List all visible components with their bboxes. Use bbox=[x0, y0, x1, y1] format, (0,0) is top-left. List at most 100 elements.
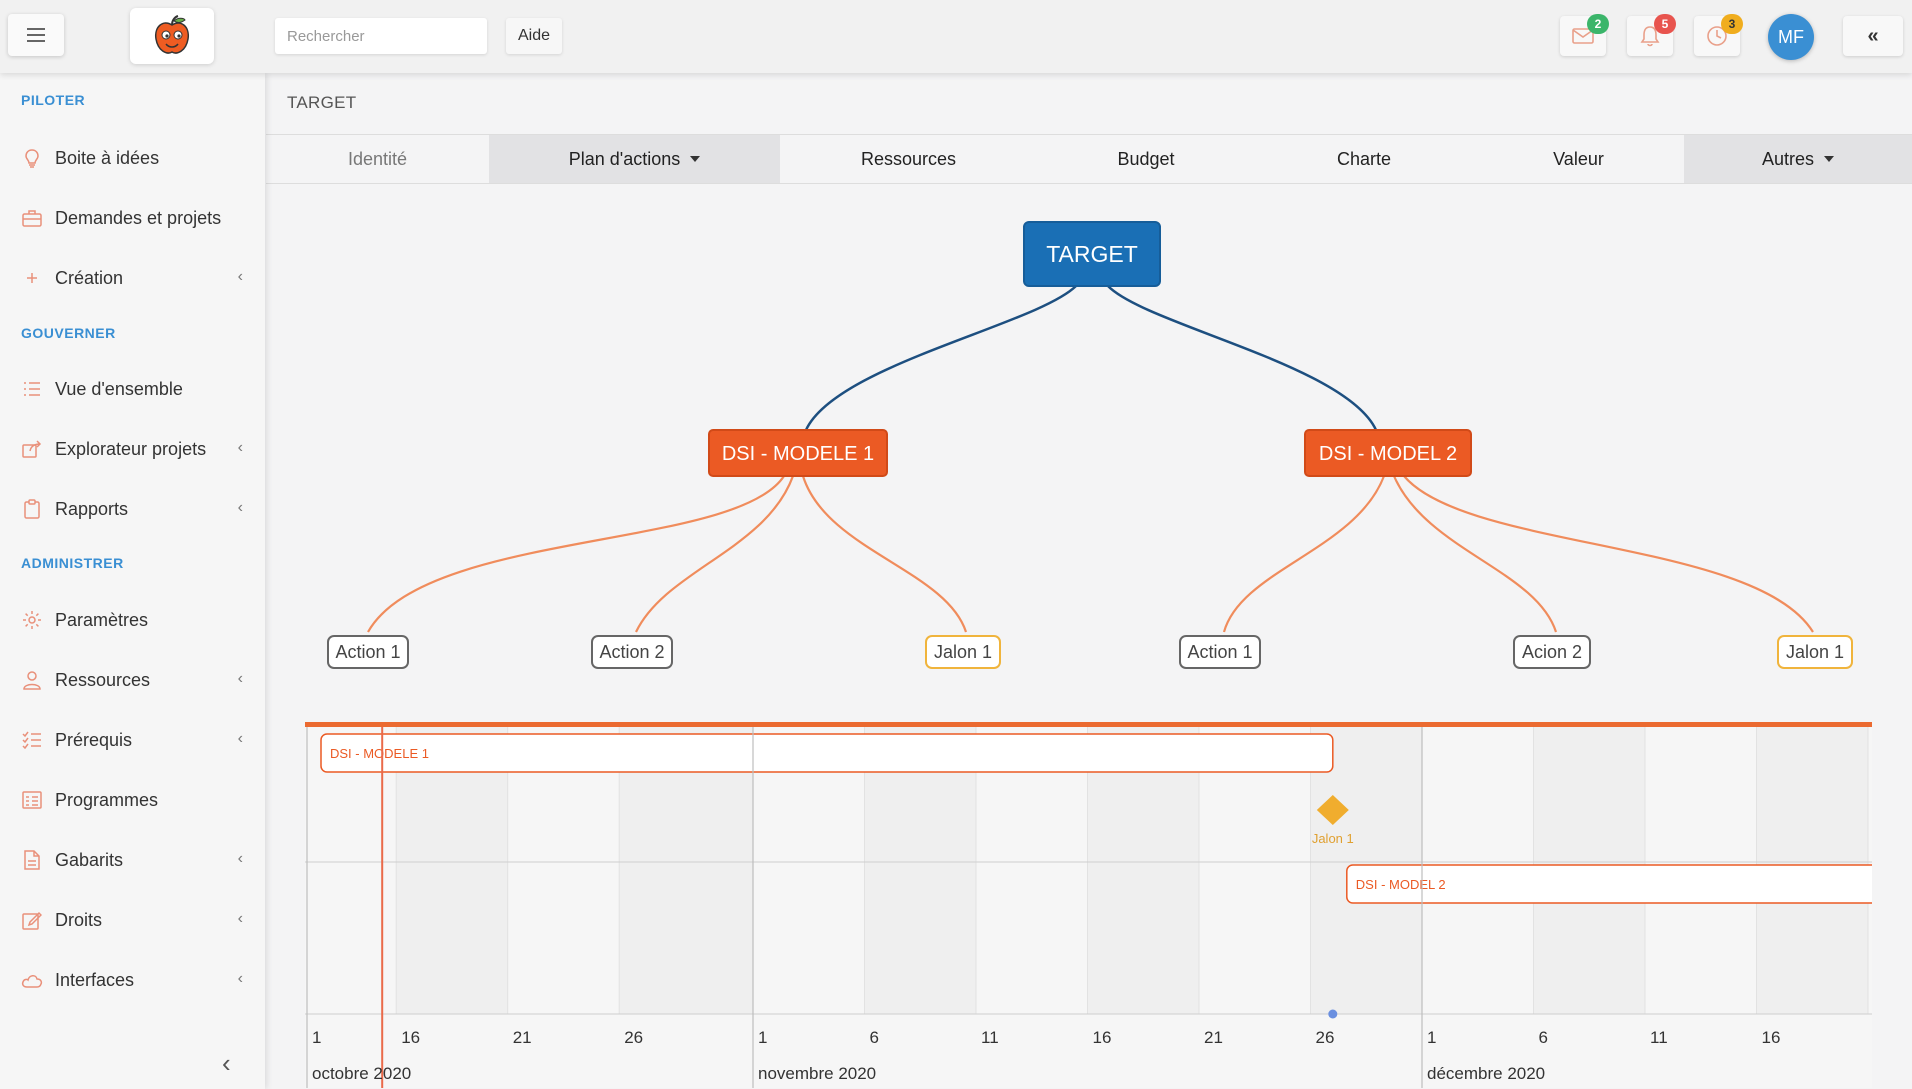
reminders-count-badge: 3 bbox=[1721, 14, 1743, 34]
tree-node-label: Action 1 bbox=[1187, 642, 1252, 662]
apple-logo-icon bbox=[154, 15, 190, 54]
share-icon bbox=[21, 438, 43, 460]
tree-node-label: Action 2 bbox=[599, 642, 664, 662]
sidebar-item-gabarits[interactable]: Gabarits ‹ bbox=[0, 838, 265, 882]
sidebar-item-demandes-et-projets[interactable]: Demandes et projets bbox=[0, 196, 265, 240]
sidebar-item-prerequis[interactable]: Prérequis ‹ bbox=[0, 718, 265, 762]
sidebar-item-creation[interactable]: Création ‹ bbox=[0, 256, 265, 300]
sidebar-item-ressources[interactable]: Ressources ‹ bbox=[0, 658, 265, 702]
menu-toggle-button[interactable] bbox=[8, 14, 64, 56]
sidebar-item-vue-d-ensemble[interactable]: Vue d'ensemble bbox=[0, 367, 265, 411]
gantt-tick-label: 1 bbox=[1427, 1028, 1436, 1047]
sidebar-item-boite-a-idees[interactable]: Boite à idées bbox=[0, 136, 265, 180]
tree-node-milestone[interactable]: Jalon 1 bbox=[1777, 635, 1853, 669]
action-plan-tree: TARGET DSI - MODELE 1 DSI - MODEL 2 Acti… bbox=[327, 221, 1853, 669]
tree-node-branch-1[interactable]: DSI - MODELE 1 bbox=[708, 429, 888, 477]
gear-icon bbox=[21, 609, 43, 631]
sidebar-item-label: Explorateur projets bbox=[55, 438, 207, 459]
tree-node-action[interactable]: Action 1 bbox=[327, 635, 409, 669]
tab-budget[interactable]: Budget bbox=[1037, 135, 1255, 183]
lightbulb-icon bbox=[21, 147, 43, 169]
chevron-left-icon: ‹ bbox=[237, 670, 243, 687]
tab-label: Identité bbox=[347, 148, 408, 169]
help-button[interactable]: Aide bbox=[506, 18, 563, 54]
sidebar-item-label: Ressources bbox=[55, 669, 151, 690]
tree-node-label: DSI - MODELE 1 bbox=[722, 443, 874, 465]
alerts-button[interactable]: 5 bbox=[1627, 14, 1676, 56]
sidebar-item-label: Demandes et projets bbox=[55, 207, 222, 228]
tab-charte[interactable]: Charte bbox=[1255, 135, 1473, 183]
gantt-bar-label: DSI - MODEL 2 bbox=[1356, 877, 1446, 892]
section-title-administrer: ADMINISTRER bbox=[21, 555, 124, 571]
tab-label: Plan d'actions bbox=[568, 148, 681, 169]
tree-link bbox=[1392, 475, 1558, 633]
chevron-left-icon: ‹ bbox=[237, 499, 243, 516]
tree-node-milestone[interactable]: Jalon 1 bbox=[925, 635, 1001, 669]
sidebar-item-rapports[interactable]: Rapports ‹ bbox=[0, 487, 265, 531]
tab-ressources[interactable]: Ressources bbox=[780, 135, 1037, 183]
gantt-milestone-dot bbox=[1328, 1009, 1338, 1019]
tab-label: Autres bbox=[1761, 148, 1815, 169]
gantt-tick-label: 26 bbox=[624, 1028, 643, 1047]
tab-label: Ressources bbox=[860, 148, 957, 169]
gantt-bar-label: DSI - MODELE 1 bbox=[330, 746, 429, 761]
collapse-panel-button[interactable]: « bbox=[1843, 16, 1903, 56]
app-logo[interactable] bbox=[130, 8, 214, 64]
sidebar-item-label: Rapports bbox=[55, 498, 129, 519]
sidebar-item-label: Vue d'ensemble bbox=[55, 378, 183, 399]
gantt-month-label: novembre 2020 bbox=[758, 1064, 876, 1083]
tab-autres[interactable]: Autres bbox=[1684, 135, 1912, 183]
sidebar-item-explorateur-projets[interactable]: Explorateur projets ‹ bbox=[0, 427, 265, 471]
tree-node-action[interactable]: Action 1 bbox=[1179, 635, 1261, 669]
sidebar-item-interfaces[interactable]: Interfaces ‹ bbox=[0, 958, 265, 1002]
tab-label: Charte bbox=[1336, 148, 1392, 169]
plus-icon bbox=[21, 267, 43, 289]
gantt-top-border bbox=[305, 722, 1872, 727]
tab-label: Budget bbox=[1117, 148, 1175, 169]
gantt-tick-label: 16 bbox=[1093, 1028, 1112, 1047]
messages-button[interactable]: 2 bbox=[1560, 14, 1609, 56]
chevron-left-icon: ‹ bbox=[237, 910, 243, 927]
gantt-tick-label: 1 bbox=[758, 1028, 767, 1047]
gantt-tick-label: 11 bbox=[1650, 1028, 1668, 1047]
sidebar-item-label: Boite à idées bbox=[55, 147, 160, 168]
chevron-left-icon: ‹ bbox=[237, 970, 243, 987]
breadcrumb: TARGET bbox=[287, 93, 357, 112]
sidebar-item-parametres[interactable]: Paramètres bbox=[0, 598, 265, 642]
hamburger-icon bbox=[27, 28, 45, 42]
sidebar-item-droits[interactable]: Droits ‹ bbox=[0, 898, 265, 942]
tree-node-action[interactable]: Action 2 bbox=[591, 635, 673, 669]
tree-node-label: DSI - MODEL 2 bbox=[1319, 443, 1457, 465]
reminders-button[interactable]: 3 bbox=[1694, 14, 1743, 56]
tree-node-label: Action 1 bbox=[335, 642, 400, 662]
search-input[interactable] bbox=[275, 18, 487, 54]
tree-node-branch-2[interactable]: DSI - MODEL 2 bbox=[1304, 429, 1472, 477]
sidebar-item-programmes[interactable]: Programmes bbox=[0, 778, 265, 822]
sidebar-collapse-button[interactable]: ‹ bbox=[222, 1048, 231, 1079]
gantt-bar bbox=[320, 733, 1334, 773]
tree-node-action[interactable]: Acion 2 bbox=[1513, 635, 1591, 669]
sidebar-item-label: Interfaces bbox=[55, 969, 135, 990]
tree-node-label: Jalon 1 bbox=[934, 642, 992, 662]
tab-valeur[interactable]: Valeur bbox=[1473, 135, 1684, 183]
tree-link bbox=[635, 475, 795, 633]
gantt-tick-label: 11 bbox=[981, 1028, 999, 1047]
gantt-tick-label: 6 bbox=[1539, 1028, 1548, 1047]
gantt-tick-label: 1 bbox=[312, 1028, 321, 1047]
tree-node-label: TARGET bbox=[1046, 241, 1138, 267]
sidebar: PILOTER Boite à idées Demandes et projet… bbox=[0, 73, 265, 1089]
tab-plan-d-actions[interactable]: Plan d'actions bbox=[489, 135, 780, 183]
gantt-tick-label: 21 bbox=[1204, 1028, 1223, 1047]
tree-node-root[interactable]: TARGET bbox=[1023, 221, 1161, 287]
user-icon bbox=[21, 669, 43, 691]
gantt-milestone-label: Jalon 1 bbox=[1312, 831, 1354, 846]
user-avatar[interactable]: MF bbox=[1768, 14, 1814, 60]
tab-identite[interactable]: Identité bbox=[266, 135, 489, 183]
chevron-left-icon: ‹ bbox=[237, 850, 243, 867]
gantt-tick-label: 16 bbox=[1762, 1028, 1781, 1047]
section-title-piloter: PILOTER bbox=[21, 92, 86, 108]
list-icon bbox=[21, 378, 43, 400]
grid-list-icon bbox=[21, 789, 43, 811]
caret-down-icon bbox=[1824, 156, 1835, 162]
gantt-tick-label: 26 bbox=[1316, 1028, 1335, 1047]
